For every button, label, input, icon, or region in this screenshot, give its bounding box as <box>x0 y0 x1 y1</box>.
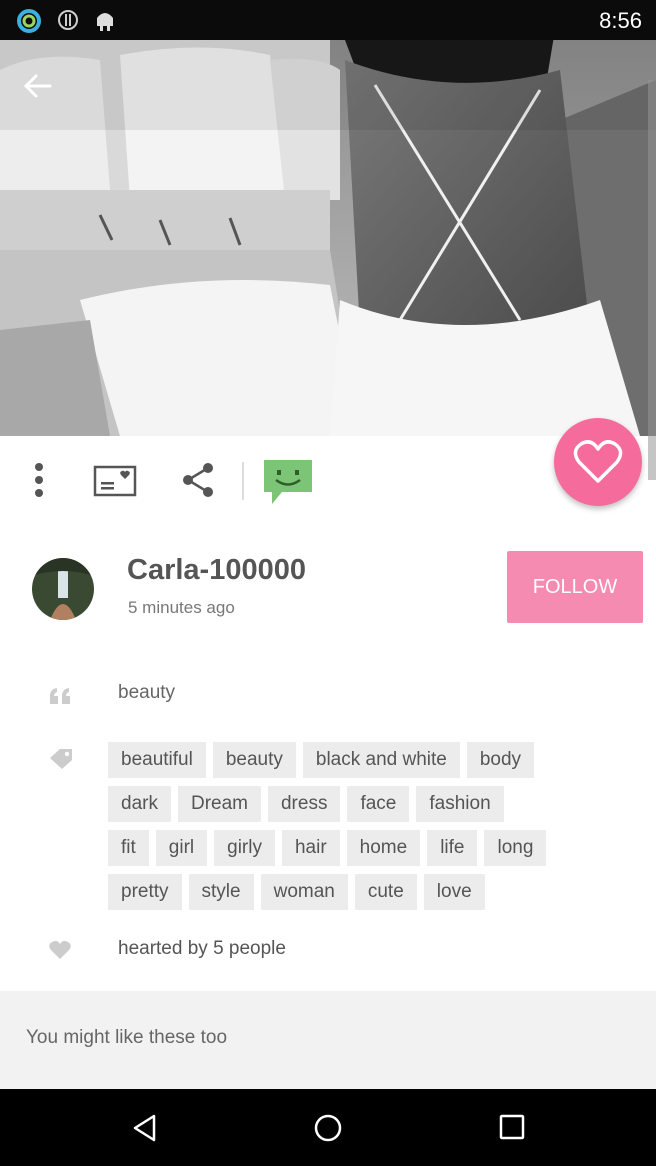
tag-chip[interactable]: cute <box>354 874 417 910</box>
tag-icon <box>48 748 74 775</box>
tag-chip[interactable]: beauty <box>212 742 296 778</box>
comment-icon <box>264 460 312 504</box>
quote-icon <box>48 686 72 711</box>
action-divider <box>242 462 244 500</box>
suggestions-title: You might like these too <box>26 1027 228 1048</box>
hearted-by-text[interactable]: hearted by 5 people <box>118 938 286 960</box>
tag-chip[interactable]: style <box>188 874 254 910</box>
status-time: 8:56 <box>599 8 642 33</box>
recents-square-icon[interactable] <box>498 1113 526 1141</box>
follow-button[interactable]: FOLLOW <box>507 551 643 623</box>
tag-chip[interactable]: black and white <box>302 742 460 778</box>
tag-chip[interactable]: fashion <box>416 786 504 822</box>
post-image[interactable] <box>0 0 656 436</box>
comment-button[interactable] <box>262 458 314 511</box>
arrow-left-icon <box>23 74 52 98</box>
tag-chip[interactable]: fit <box>108 830 149 866</box>
tag-chip[interactable]: girly <box>214 830 275 866</box>
tag-chip[interactable]: body <box>466 742 535 778</box>
tag-chip[interactable]: Dream <box>177 786 261 822</box>
share-button[interactable] <box>178 458 218 507</box>
share-icon <box>183 463 213 497</box>
tag-chip[interactable]: hair <box>281 830 340 866</box>
avatar-image <box>32 558 94 620</box>
info-icon <box>58 10 78 30</box>
tag-chip[interactable]: home <box>346 830 421 866</box>
more-options-button[interactable] <box>24 458 54 507</box>
scrollbar[interactable] <box>648 80 656 480</box>
tag-list: beautiful beauty black and white body da… <box>108 742 608 918</box>
status-bar: 8:56 <box>0 0 656 40</box>
ring-icon <box>17 9 41 33</box>
toolbar-shade <box>0 40 656 130</box>
tag-chip[interactable]: love <box>423 874 485 910</box>
tag-row: pretty style woman cute love <box>108 874 608 910</box>
tag-chip[interactable]: pretty <box>108 874 182 910</box>
tag-chip[interactable]: woman <box>260 874 348 910</box>
like-button[interactable] <box>554 418 642 506</box>
tag-chip[interactable]: long <box>484 830 547 866</box>
post-time: 5 minutes ago <box>128 598 235 617</box>
tag-chip[interactable]: face <box>347 786 410 822</box>
tag-chip[interactable]: girl <box>155 830 208 866</box>
postcard-button[interactable] <box>92 458 138 507</box>
tag-row: fit girl girly hair home life long <box>108 830 608 866</box>
avatar[interactable] <box>32 558 94 620</box>
home-circle-icon[interactable] <box>313 1113 343 1143</box>
back-triangle-icon[interactable] <box>130 1113 160 1143</box>
tag-chip[interactable]: dress <box>267 786 341 822</box>
tag-row: dark Dream dress face fashion <box>108 786 608 822</box>
navigation-bar <box>0 1089 656 1166</box>
heart-outline-icon <box>573 440 623 483</box>
tag-row: beautiful beauty black and white body <box>108 742 608 778</box>
tag-chip[interactable]: dark <box>108 786 171 822</box>
suggestions-section: You might like these too <box>0 991 656 1089</box>
back-button[interactable] <box>16 64 60 108</box>
author-name[interactable]: Carla-100000 <box>127 554 306 587</box>
heart-small-icon <box>48 940 72 965</box>
android-icon <box>97 13 113 31</box>
postcard-icon <box>93 465 137 497</box>
more-vert-icon <box>35 463 43 497</box>
tag-chip[interactable]: life <box>427 830 478 866</box>
post-caption: beauty <box>118 682 176 703</box>
tag-chip[interactable]: beautiful <box>108 742 206 778</box>
